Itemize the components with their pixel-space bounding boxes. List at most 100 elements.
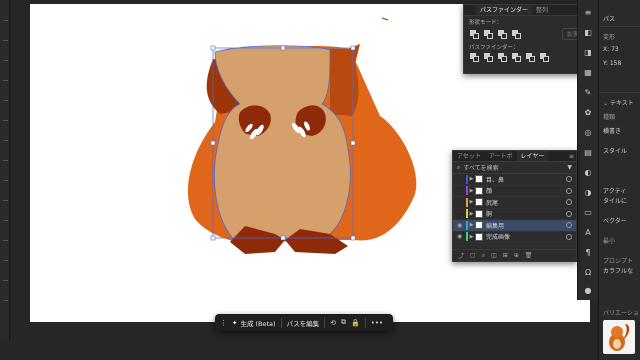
layers-tabs: アセット アートボ レイヤー ≡ [453, 151, 576, 162]
resize-handle[interactable] [350, 45, 356, 51]
layer-row[interactable]: ◉ ▶ 編集用 [453, 220, 576, 232]
left-ruler [0, 0, 10, 360]
tab-transform[interactable] [464, 5, 476, 15]
exclude-icon[interactable] [512, 29, 521, 39]
layer-row[interactable]: ▶ 目、鼻 [453, 174, 576, 186]
tab-artboards[interactable]: アートボ [485, 151, 517, 161]
layer-name: 胴 [486, 211, 493, 219]
layer-target-icon[interactable] [566, 210, 572, 217]
merge-icon[interactable] [498, 53, 507, 62]
contextual-task-bar: ⋮ ✦ 生成 (Beta) パスを編集 ⟲ ⧉ 🔒 ••• [215, 314, 393, 331]
resize-handle[interactable] [210, 235, 216, 241]
variation-label: バリエーション [603, 310, 640, 317]
y-field[interactable]: Y: 158 [603, 60, 621, 67]
gradient-icon[interactable]: ◐ [583, 168, 593, 177]
lock-icon[interactable]: 🔒 [351, 319, 360, 327]
tab-assets[interactable]: アセット [453, 151, 485, 161]
vector-label: ベクター [603, 218, 627, 225]
pathfinder-label: パスファインダー： [469, 45, 519, 51]
unite-icon[interactable] [470, 29, 479, 39]
filter-icon[interactable]: ▼ [567, 164, 572, 171]
shape-mode-row: 拡張 [464, 27, 589, 41]
trim-icon[interactable] [484, 53, 493, 62]
expand-arrow-icon[interactable]: ▶ [468, 222, 475, 228]
layers-search[interactable]: ⌕ すべてを検索 ▼ [453, 162, 576, 174]
layer-thumbnail [475, 186, 483, 195]
layer-thumbnail [475, 232, 483, 241]
type-icon[interactable]: A [583, 228, 593, 237]
clipping-mask-icon[interactable]: ◫ [491, 252, 497, 259]
resize-handle[interactable] [350, 235, 356, 241]
expand-arrow-icon[interactable]: ▶ [468, 211, 475, 217]
generate-button[interactable]: ✦ 生成 (Beta) [232, 318, 276, 328]
layer-row[interactable]: ◉ ▶ 完成画像 [453, 232, 576, 243]
visibility-eye-icon[interactable]: ◉ [457, 222, 464, 229]
brushes-icon[interactable]: ✎ [583, 88, 593, 97]
transparency-icon[interactable]: ◑ [583, 188, 593, 197]
tab-align[interactable]: 整列 [532, 5, 552, 15]
tab-layers[interactable]: レイヤー [516, 151, 549, 161]
paragraph-icon[interactable]: ¶ [583, 248, 593, 257]
symbols-icon[interactable]: ✿ [583, 108, 593, 117]
text-section-label[interactable]: ⌄ テキスト [603, 98, 634, 107]
expand-arrow-icon[interactable]: ▶ [468, 188, 475, 194]
expand-arrow-icon[interactable]: ▶ [468, 176, 475, 182]
layer-target-icon[interactable] [566, 222, 572, 229]
style-label[interactable]: スタイル [603, 146, 627, 155]
layer-target-icon[interactable] [566, 176, 572, 183]
graphic-styles-icon[interactable]: ◎ [583, 128, 593, 137]
align-icon[interactable]: ▤ [583, 148, 593, 157]
glyphs-icon[interactable]: Ω [583, 268, 593, 277]
prompt-value[interactable]: カラフルな [603, 266, 633, 275]
layer-target-icon[interactable] [566, 199, 572, 206]
minus-front-icon[interactable] [484, 29, 493, 39]
expand-arrow-icon[interactable]: ▶ [468, 199, 475, 205]
swatches-icon[interactable]: ▦ [583, 68, 593, 77]
minus-back-icon[interactable] [540, 53, 549, 62]
resize-handle[interactable] [210, 140, 216, 146]
layer-row[interactable]: ▶ 尻尾 [453, 197, 576, 209]
libraries-icon[interactable]: ◨ [583, 48, 593, 57]
crop-icon[interactable] [512, 53, 521, 62]
visibility-eye-icon[interactable]: ◉ [457, 233, 464, 240]
new-sublayer-icon[interactable]: ⊞ [503, 252, 508, 259]
expand-arrow-icon[interactable]: ▶ [468, 234, 475, 240]
drag-handle-icon[interactable]: ⋮ [220, 319, 227, 327]
variation-thumbnail[interactable] [603, 320, 635, 354]
tab-pathfinder[interactable]: パスファインダー [476, 5, 533, 15]
owl-head-right[interactable] [330, 44, 360, 116]
edit-path-button[interactable]: パスを編集 [287, 318, 320, 328]
color-icon[interactable]: ● [583, 286, 593, 295]
transform-icon[interactable]: ⟲ [330, 319, 336, 327]
pathfinder-tabs: パスファインダー 整列 ≡ [464, 5, 589, 16]
locate-icon[interactable]: ⌕ [482, 252, 485, 260]
resize-handle[interactable] [280, 45, 286, 51]
comments-icon[interactable]: ▭ [583, 208, 593, 217]
export-icon[interactable]: ⤴ [458, 251, 464, 260]
delete-icon[interactable]: 🗑 [525, 252, 533, 259]
layer-target-icon[interactable] [566, 233, 572, 240]
new-layer-icon[interactable]: ⊕ [514, 252, 519, 259]
properties-icon[interactable]: ≡ [583, 8, 593, 17]
intersect-icon[interactable] [498, 29, 507, 39]
status-area [0, 340, 577, 360]
owl-belly[interactable] [213, 45, 351, 242]
resize-handle[interactable] [350, 140, 356, 146]
kind-value[interactable]: 横書き [603, 126, 621, 135]
layer-row[interactable]: ▶ 顔 [453, 186, 576, 197]
more-options-button[interactable]: ••• [371, 319, 383, 327]
resize-handle[interactable] [210, 45, 216, 51]
pathfinder-panel: パスファインダー 整列 ≡ 形状モード： 拡張 パスファインダー： [463, 4, 590, 74]
resize-handle[interactable] [280, 235, 286, 241]
collect-icon[interactable]: ▢ [470, 252, 476, 259]
duplicate-icon[interactable]: ⧉ [341, 318, 346, 327]
layer-row[interactable]: ▶ 胴 [453, 209, 576, 220]
layers-icon[interactable]: ◧ [583, 28, 593, 37]
x-field[interactable]: X: 73 [603, 46, 619, 53]
layer-name: 尻尾 [486, 199, 499, 207]
divide-icon[interactable] [470, 53, 479, 62]
layer-target-icon[interactable] [566, 187, 572, 194]
layers-footer: ⤴ ▢ ⌕ ◫ ⊞ ⊕ 🗑 [453, 249, 576, 261]
outline-icon[interactable] [526, 53, 535, 62]
panel-menu-icon[interactable]: ≡ [567, 151, 576, 161]
